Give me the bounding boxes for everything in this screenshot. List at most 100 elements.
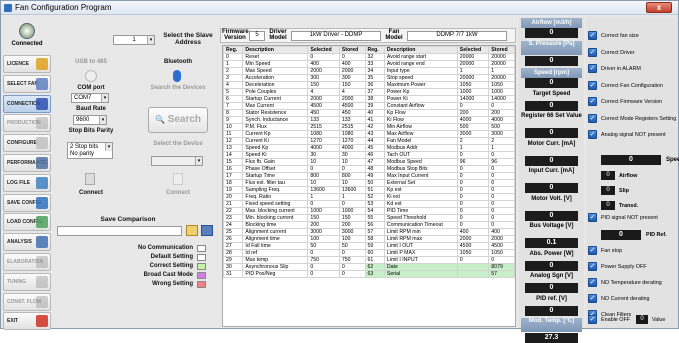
table-cell: 2000 — [488, 235, 515, 243]
measure-value: 0 — [525, 55, 578, 66]
table-row[interactable]: 24 Blocking time 200 200 56 Communication Tim… — [223, 221, 515, 229]
table-cell: 2515 — [307, 123, 340, 131]
nav-configure-button[interactable]: CONFIGURE — [3, 134, 51, 153]
nav-connection-button[interactable]: CONNECTION — [3, 94, 51, 113]
baud-rate-select[interactable]: 9600 ▾ — [73, 115, 107, 125]
nav-performance-button[interactable]: PERFORMANCE — [3, 154, 51, 172]
table-cell: 45 — [364, 144, 385, 152]
table-row[interactable]: 19 Sampling Freq. 13600 13600 51 Kp ext 0 0 — [223, 186, 515, 194]
plug-icon — [85, 173, 95, 185]
close-button[interactable]: x — [646, 2, 672, 13]
table-row[interactable]: 0 Reset 0 0 32 Avoid range start 20000 20000 — [223, 53, 515, 61]
table-cell: 2000 — [307, 67, 340, 75]
table-row[interactable]: 25 Alignment current 3000 3000 57 Limit RPM m… — [223, 228, 515, 236]
nav-production-button[interactable]: PRODUCTION — [3, 114, 51, 133]
checkbox[interactable]: ✓ — [588, 80, 597, 90]
nav-const-flow-button[interactable]: CONST. FLOW — [3, 292, 51, 311]
table-cell: 500 — [488, 123, 515, 131]
table-row[interactable]: 21 Fixed speed setting 0 0 53 Kd ext 0 0 — [223, 200, 515, 208]
table-row[interactable]: 26 Alignment time 100 100 58 Limit RPM max 200… — [223, 235, 515, 243]
nav-analysis-button[interactable]: ANALYSIS — [3, 233, 51, 252]
table-cell: Max Current — [242, 102, 309, 110]
checkbox[interactable]: ✓ — [588, 47, 597, 57]
folder-icon[interactable] — [186, 225, 198, 236]
slave-address-select[interactable]: 1 ▾ — [113, 35, 155, 45]
table-row[interactable]: 16 Phase Offset 0 0 48 Modbus Stop Bits 0 0 — [223, 165, 515, 173]
table-cell: 33 — [364, 60, 385, 68]
table-row[interactable]: 13 Speed Kp 4000 4000 45 Modbus Addr 1 1 — [223, 144, 515, 152]
table-cell: 133 — [307, 116, 340, 124]
table-row[interactable]: 27 Id Fall time 50 50 59 Limit I OUT 4500 4500 — [223, 242, 515, 250]
comparison-path-field[interactable] — [57, 226, 182, 236]
table-row[interactable]: 7 Max Current 4500 4500 39 Constant Airflow 0 0 — [223, 102, 515, 110]
table-row[interactable]: 29 Max temp 750 750 61 Limit I INPUT 0 0 — [223, 256, 515, 264]
measure-label: PID ref. [V] — [536, 295, 567, 302]
checkbox[interactable]: ✓ — [588, 97, 597, 106]
nav-log-file-button[interactable]: LOG FILE — [3, 173, 51, 192]
checkbox[interactable]: ✓ — [588, 278, 597, 287]
nav-save-config-button[interactable]: SAVE CONFIG. — [3, 193, 51, 212]
device-select[interactable]: ▾ — [151, 156, 203, 166]
column-header: Reg. — [364, 46, 385, 54]
nav-select-fan-button[interactable]: SELECT FAN — [3, 74, 51, 93]
table-row[interactable]: 3 Acceleration 300 300 35 Stop speed 20000 2000… — [223, 74, 515, 82]
table-cell: 48 — [364, 165, 385, 173]
checkbox[interactable]: ✓ — [588, 31, 597, 40]
table-row[interactable]: 28 Id ref 0 0 60 Limit P MAX 1050 1050 — [223, 249, 515, 257]
table-cell: 31 — [223, 270, 244, 278]
nav-tuning-button[interactable]: TUNING — [3, 272, 51, 291]
table-row[interactable]: 1 Min Speed 400 400 33 Avoid range end 20000 20… — [223, 60, 515, 68]
table-row[interactable]: 31 PID Pos/Neg 0 0 63 Serial 57 — [223, 270, 515, 278]
connect-usb-button[interactable]: Connect — [58, 190, 124, 196]
table-row[interactable]: 5 Pole Couples 4 4 37 Power Kp 1000 1000 — [223, 88, 515, 96]
nav-load-config-button[interactable]: LOAD CONFIG. — [3, 213, 51, 232]
save-icon[interactable] — [201, 225, 213, 236]
checkbox[interactable]: ✓ — [588, 262, 597, 271]
nav-icon — [36, 275, 48, 288]
table-row[interactable]: 4 Deceleration 150 150 36 Maximum Power 1050 10… — [223, 81, 515, 89]
table-row[interactable]: 12 Current Ki 1270 1270 44 Fan Model 2 2 — [223, 137, 515, 145]
table-cell: 0 — [488, 165, 515, 173]
nav-licence-button[interactable]: LICENCE — [3, 55, 51, 73]
checkbox[interactable]: ✓ — [588, 246, 597, 255]
table-row[interactable]: 6 Startup Current 2000 2000 38 Power Ki 14000 1… — [223, 95, 515, 103]
nav-elaboration-button[interactable]: ELABORATION — [3, 253, 51, 271]
connection-panel: 1 ▾ Select the Slave Address USB to 485 … — [53, 17, 217, 328]
measure-label: Bus Voltage [V] — [529, 223, 574, 229]
search-button[interactable]: 🔍 Search — [148, 107, 208, 133]
table-row[interactable]: 2 Max Speed 2000 2000 34 Input type 1 1 — [223, 67, 515, 75]
table-row[interactable]: 10 P.M. Flux 2515 2515 42 Min Airflow 500 500 — [223, 123, 515, 131]
status-label: Correct Mode Registers Setting — [601, 115, 677, 122]
stop-bits-select[interactable]: 2 Stop bits No parity ▾ — [67, 142, 113, 159]
checkbox[interactable]: ✓ — [588, 315, 597, 324]
checkbox[interactable]: ✓ — [588, 130, 597, 139]
connect-bt-button[interactable]: Connect — [145, 190, 211, 196]
table-cell: Communication Timeout — [383, 221, 458, 229]
table-row[interactable]: 11 Current Kp 1080 1080 43 Max Airflow 3000 300… — [223, 130, 515, 138]
table-row[interactable]: 20 Freq. Ratio 1 1 52 Ki ext 0 0 — [223, 193, 515, 201]
table-row[interactable]: 17 Startup Time 800 800 49 Max Input Current 0… — [223, 172, 515, 180]
measure-label: Motor Curr. [mA] — [527, 140, 576, 147]
nav-exit-button[interactable]: EXIT — [3, 312, 51, 331]
checkbox[interactable]: ✓ — [588, 64, 597, 73]
table-row[interactable]: 23 Min. blocking current 150 150 55 Speed Thr… — [223, 214, 515, 222]
table-row[interactable]: 9 Synch. Inductance 133 133 41 Ki Flow 4000 400… — [223, 116, 515, 124]
table-cell: 4500 — [338, 102, 366, 110]
table-cell: 0 — [338, 200, 366, 208]
table-row[interactable]: 18 Flux est. filter tau 10 10 50 External Set… — [223, 179, 515, 187]
com-port-select[interactable]: COM7 ▾ — [71, 93, 109, 103]
table-cell: 1000 — [488, 88, 515, 96]
table-row[interactable]: 22 Max. blocking current 1000 1000 54 PID Tim… — [223, 207, 515, 215]
table-cell: PID Pos/Neg — [242, 270, 309, 278]
table-row[interactable]: 30 Asynchronous Slip 0 0 62 Date 8079 — [223, 263, 515, 271]
table-cell: Constant Airflow — [383, 102, 458, 110]
table-row[interactable]: 15 Flux fb. Gain 10 10 47 Modbus Speed 96 96 — [223, 158, 515, 166]
table-cell: 60 — [364, 249, 385, 257]
checkbox[interactable]: ✓ — [588, 213, 597, 222]
checkbox[interactable]: ✓ — [588, 294, 597, 303]
table-cell: 4000 — [338, 144, 366, 152]
table-cell: Min Speed — [242, 60, 309, 68]
table-row[interactable]: 8 Stator Resistence 450 450 40 Kp Flow 200 200 — [223, 109, 515, 117]
checkbox[interactable]: ✓ — [588, 113, 597, 123]
table-row[interactable]: 14 Speed Ki 30 30 46 Tach OUT 0 0 — [223, 151, 515, 159]
